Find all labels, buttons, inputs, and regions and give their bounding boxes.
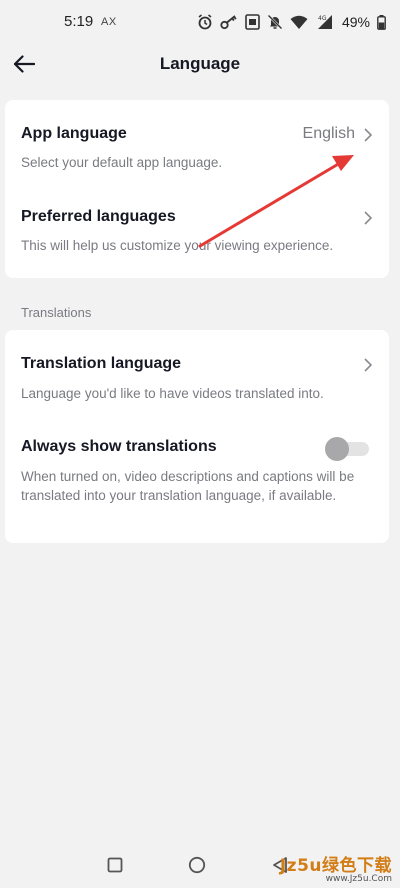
status-time: 5:19 [64,13,94,30]
mute-icon [267,14,283,30]
alarm-icon [198,14,212,30]
page-title: Language [159,54,241,73]
square-icon [107,857,123,873]
translations-card: Translation language Language you'd like… [5,330,389,543]
recents-button[interactable] [105,855,125,875]
app-language-subtitle: Select your default app language. [21,155,223,170]
wifi-icon [290,15,308,29]
status-carrier: AX [101,16,117,28]
always-show-translations-title: Always show translations [21,438,217,455]
app-language-value: English [302,125,355,142]
preferred-languages-title: Preferred languages [21,208,176,225]
header: Language [0,44,400,84]
language-settings-card: App language English Select your default… [5,100,389,278]
translation-language-subtitle: Language you'd like to have videos trans… [21,386,324,401]
always-show-translations-toggle[interactable] [325,437,369,461]
watermark-main: Jz5u绿色下载 [279,856,392,876]
battery-icon [377,14,386,30]
key-icon [220,15,237,30]
svg-text:4G: 4G [318,15,327,22]
chevron-right-icon [364,128,373,142]
preferred-languages-row[interactable]: Preferred languages This will help us cu… [5,208,389,258]
watermark: Jz5u绿色下载 www.Jz5u.Com [280,851,392,884]
toggle-knob [325,437,349,461]
translation-language-row[interactable]: Translation language Language you'd like… [5,355,389,405]
chevron-right-icon [364,358,373,372]
translations-section-label: Translations [21,305,92,320]
translation-language-title: Translation language [21,355,182,372]
app-language-title: App language [21,125,127,142]
signal-4g-icon: 4G [317,15,332,29]
preferred-languages-subtitle: This will help us customize your viewing… [21,238,334,253]
always-show-translations-subtitle: When turned on, video descriptions and c… [21,469,355,503]
chevron-right-icon [364,211,373,225]
status-bar: 5:19 AX 4G 49% [0,0,400,44]
status-icons: 4G 49% [197,12,386,32]
home-button[interactable] [187,855,207,875]
nfc-icon [245,14,260,30]
app-language-row[interactable]: App language English Select your default… [5,125,389,175]
always-show-translations-row: Always show translations When turned on,… [5,437,389,528]
circle-icon [188,856,206,874]
battery-percentage: 49% [341,14,370,30]
